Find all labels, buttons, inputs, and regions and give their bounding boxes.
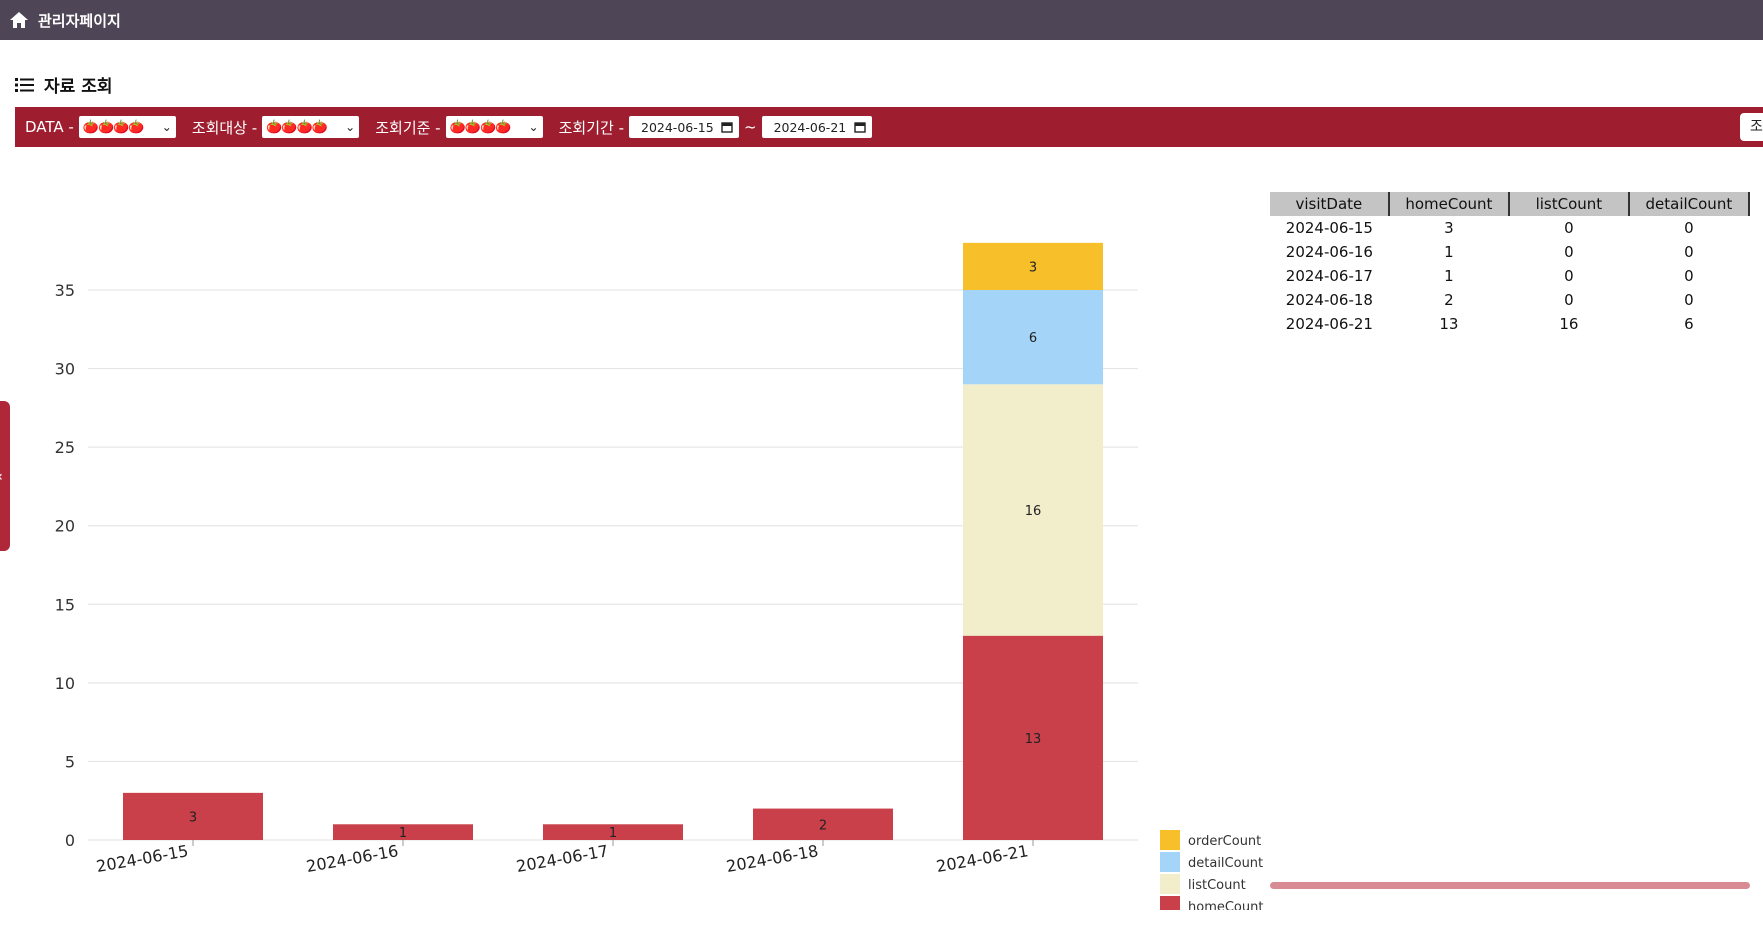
- table-row: 2024-06-16 1 0 0: [1270, 240, 1749, 264]
- data-table: visitDate homeCount listCount detailCount 2…: [1270, 192, 1751, 336]
- chevron-down-icon: ⌄: [345, 120, 356, 134]
- table-cell-visitDate: 2024-06-21: [1285, 315, 1373, 333]
- search-button[interactable]: 조: [1740, 113, 1763, 141]
- data-label: 2: [819, 818, 827, 833]
- y-tick-label: 15: [55, 595, 75, 614]
- y-tick-label: 25: [55, 438, 75, 457]
- data-label: 13: [1025, 732, 1042, 747]
- end-date-input[interactable]: 2024-06-21: [761, 116, 872, 138]
- filter-bar: DATA - 🍅🍅🍅🍅 ⌄ 조회대상 - 🍅🍅🍅🍅 ⌄ 조회기준 - 🍅🍅🍅🍅 …: [15, 107, 1763, 147]
- x-tick-label: 2024-06-21: [935, 841, 1030, 876]
- table-header-row: visitDate homeCount listCount detailCount: [1270, 192, 1751, 216]
- table-cell-homeCount: 2: [1444, 291, 1454, 309]
- table-row: 2024-06-17 1 0 0: [1270, 264, 1749, 288]
- table-cell-visitDate: 2024-06-18: [1285, 291, 1373, 309]
- list-icon: [15, 77, 35, 93]
- start-date-value: 2024-06-15: [641, 119, 714, 135]
- home-icon[interactable]: [9, 10, 29, 30]
- column-header-listCount[interactable]: listCount: [1508, 192, 1630, 216]
- legend-label-homeCount: homeCount: [1188, 900, 1263, 910]
- legend-swatch-detailCount: [1160, 852, 1180, 872]
- table-cell-homeCount: 13: [1439, 315, 1459, 333]
- table-row: 2024-06-15 3 0 0: [1270, 216, 1749, 240]
- data-label: 1: [609, 826, 617, 841]
- y-tick-label: 20: [55, 517, 75, 536]
- table-row: 2024-06-18 2 0 0: [1270, 288, 1749, 312]
- table-cell-homeCount: 1: [1444, 267, 1454, 285]
- column-header-detailCount[interactable]: detailCount: [1628, 192, 1751, 216]
- table-cell-detailCount: 6: [1684, 315, 1694, 333]
- table-cell-listCount: 0: [1564, 243, 1574, 261]
- chevron-down-icon: ⌄: [528, 120, 539, 134]
- data-label: DATA -: [25, 118, 74, 136]
- basis-select-value: 🍅🍅🍅🍅: [449, 119, 512, 135]
- end-date-value: 2024-06-21: [773, 119, 847, 135]
- period-label: 조회기간 -: [558, 118, 624, 137]
- data-label: 16: [1025, 504, 1042, 519]
- column-header-homeCount[interactable]: homeCount: [1388, 192, 1510, 216]
- x-tick-label: 2024-06-17: [515, 841, 610, 876]
- table-cell-detailCount: 0: [1684, 243, 1694, 261]
- y-tick-label: 35: [55, 281, 75, 300]
- target-label: 조회대상 -: [191, 118, 258, 137]
- calendar-icon[interactable]: [853, 121, 866, 133]
- table-cell-visitDate: 2024-06-17: [1285, 267, 1373, 285]
- data-label: 3: [189, 810, 197, 825]
- section-heading: 자료 조회: [15, 72, 112, 97]
- data-select-value: 🍅🍅🍅🍅: [82, 119, 145, 135]
- table-cell-homeCount: 1: [1444, 243, 1454, 261]
- legend-swatch-orderCount: [1160, 830, 1180, 850]
- legend-swatch-homeCount: [1160, 896, 1180, 910]
- section-title: 자료 조회: [44, 77, 113, 97]
- table-cell-listCount: 0: [1564, 291, 1574, 309]
- y-tick-label: 5: [65, 752, 75, 771]
- date-separator: ~: [744, 118, 757, 136]
- chevron-down-icon: ⌄: [161, 120, 172, 134]
- y-tick-label: 10: [55, 674, 75, 693]
- data-label: 1: [399, 826, 407, 841]
- table-cell-visitDate: 2024-06-15: [1285, 219, 1373, 237]
- x-tick-label: 2024-06-18: [725, 841, 820, 876]
- table-cell-homeCount: 3: [1444, 219, 1454, 237]
- data-select[interactable]: 🍅🍅🍅🍅 ⌄: [78, 116, 176, 138]
- y-tick-label: 30: [55, 360, 75, 379]
- basis-select[interactable]: 🍅🍅🍅🍅 ⌄: [445, 116, 543, 138]
- data-table-container: visitDate homeCount listCount detailCount 2…: [1270, 192, 1751, 336]
- table-cell-listCount: 0: [1564, 267, 1574, 285]
- x-tick-label: 2024-06-16: [305, 841, 400, 876]
- table-cell-visitDate: 2024-06-16: [1285, 243, 1373, 261]
- legend-label-orderCount: orderCount: [1188, 834, 1261, 849]
- table-cell-detailCount: 0: [1684, 219, 1694, 237]
- y-tick-label: 0: [65, 831, 75, 850]
- legend-swatch-listCount: [1160, 874, 1180, 894]
- admin-page-title[interactable]: 관리자페이지: [38, 10, 121, 31]
- legend-label-listCount: listCount: [1188, 878, 1246, 893]
- data-label: 6: [1029, 331, 1037, 346]
- legend-label-detailCount: detailCount: [1188, 856, 1263, 871]
- x-tick-label: 2024-06-15: [95, 841, 190, 876]
- table-cell-listCount: 0: [1564, 219, 1574, 237]
- table-cell-listCount: 16: [1559, 315, 1579, 333]
- start-date-input[interactable]: 2024-06-15: [629, 116, 739, 138]
- top-header: 관리자페이지: [0, 0, 1763, 40]
- column-header-visitDate[interactable]: visitDate: [1270, 192, 1390, 216]
- target-select[interactable]: 🍅🍅🍅🍅 ⌄: [262, 116, 360, 138]
- data-label: 3: [1029, 260, 1037, 275]
- table-row: 2024-06-21 13 16 6: [1270, 312, 1749, 336]
- calendar-icon[interactable]: [721, 121, 733, 133]
- target-select-value: 🍅🍅🍅🍅: [266, 119, 328, 135]
- table-cell-detailCount: 0: [1684, 267, 1694, 285]
- horizontal-scrollbar[interactable]: [1270, 882, 1750, 889]
- table-cell-detailCount: 0: [1684, 291, 1694, 309]
- stacked-bar-chart: 0510152025303532024-06-1512024-06-161202…: [55, 242, 1263, 910]
- basis-label: 조회기준 -: [375, 118, 441, 137]
